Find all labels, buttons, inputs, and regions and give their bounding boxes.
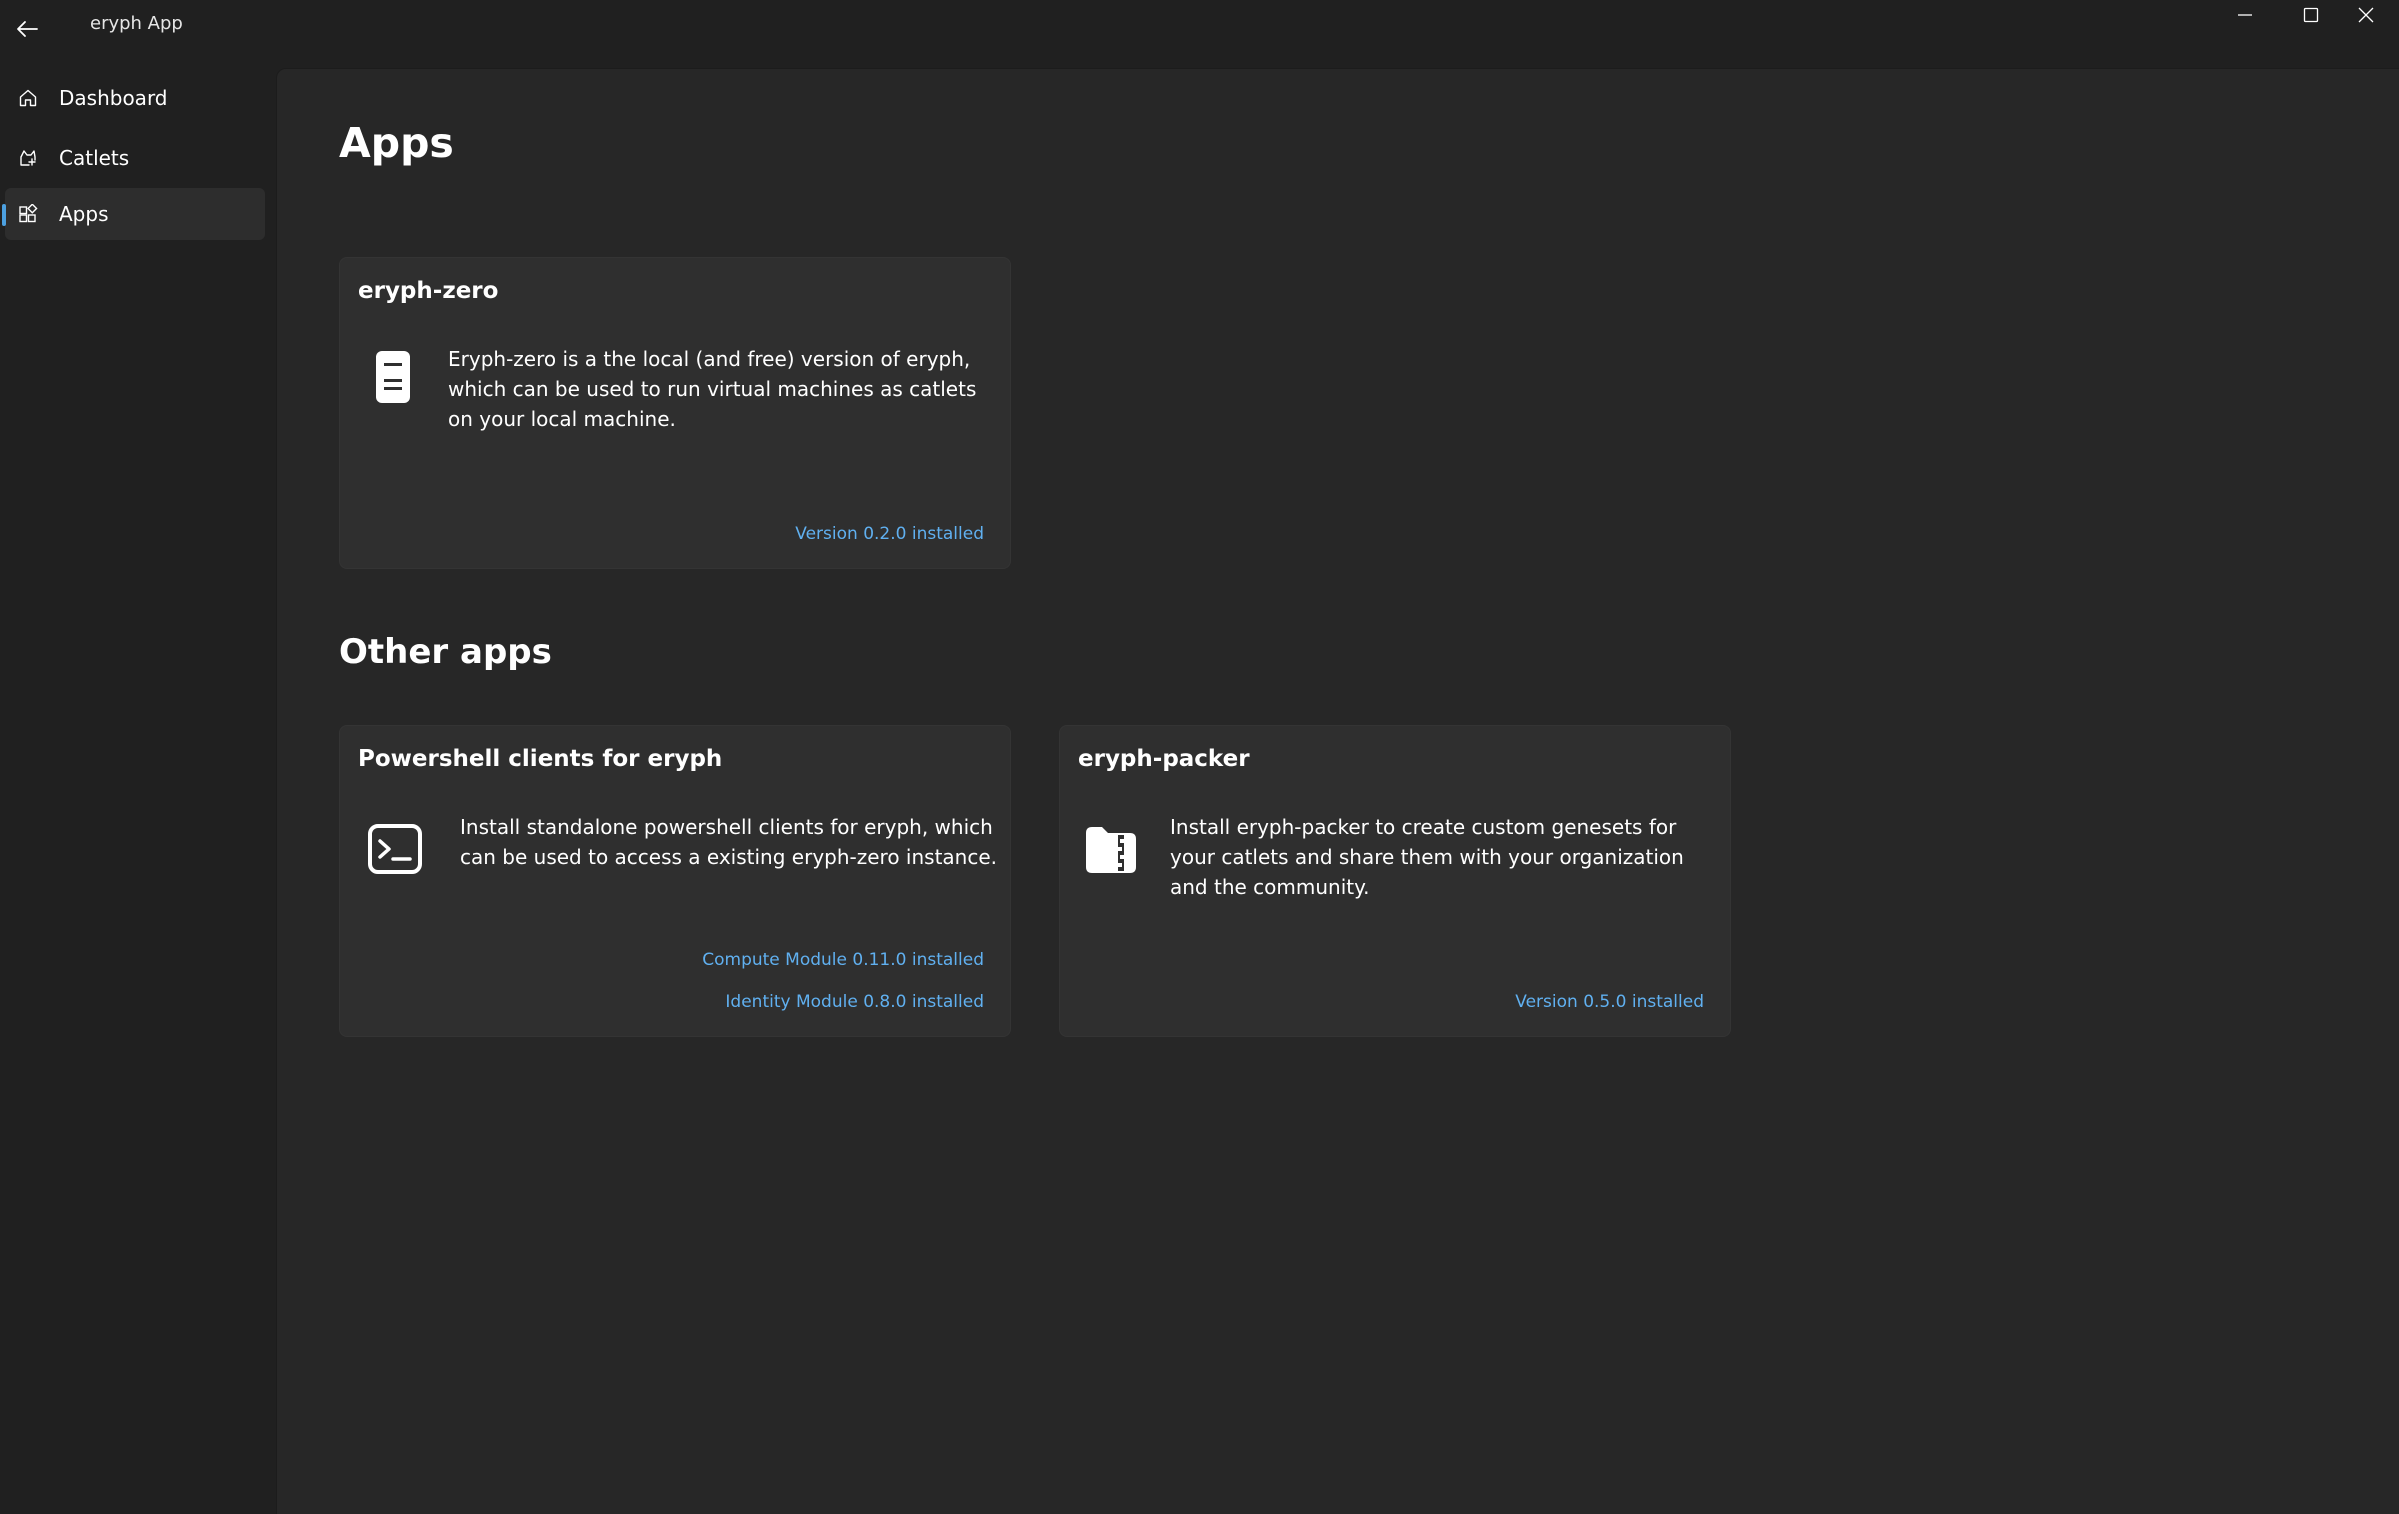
sidebar-item-catlets[interactable]: Catlets [5,132,265,184]
compute-module-status[interactable]: Compute Module 0.11.0 installed [702,950,984,970]
title-bar: eryph App [0,0,2399,68]
sidebar-item-label: Catlets [59,146,130,170]
app-card-powershell-clients[interactable]: Powershell clients for eryph Install sta… [339,725,1011,1037]
sidebar-item-label: Apps [59,202,109,226]
minimize-button[interactable] [2212,0,2278,30]
app-title: eryph App [90,13,183,34]
card-description: Eryph-zero is a the local (and free) ver… [448,347,977,431]
apps-grid-icon [17,203,39,225]
close-icon [2358,7,2374,23]
back-button[interactable] [10,12,44,46]
main-content: Apps eryph-zero Eryph-zero is a the loca… [276,68,2399,1514]
catlet-icon [17,147,39,169]
home-icon [17,87,39,109]
card-description: Install eryph-packer to create custom ge… [1170,815,1684,899]
card-description: Install standalone powershell clients fo… [460,815,998,869]
section-title-other-apps: Other apps [339,632,552,672]
sidebar-item-dashboard[interactable]: Dashboard [5,72,265,124]
version-status[interactable]: Version 0.5.0 installed [1515,992,1704,1012]
sidebar-item-apps[interactable]: Apps [2,188,265,240]
app-card-eryph-packer[interactable]: eryph-packer Install eryph-packer to cre… [1059,725,1731,1037]
terminal-icon [364,818,426,880]
card-title: Powershell clients for eryph [358,746,723,772]
sidebar-item-label: Dashboard [59,86,168,110]
card-title: eryph-packer [1078,746,1250,772]
back-arrow-icon [17,21,38,37]
minimize-icon [2238,14,2252,16]
navigation-sidebar: Dashboard Catlets Apps [0,68,276,1514]
maximize-icon [2303,7,2319,23]
version-status[interactable]: Version 0.2.0 installed [795,524,984,544]
close-button[interactable] [2333,0,2399,30]
card-title: eryph-zero [358,278,499,304]
package-icon [1080,818,1142,880]
app-card-eryph-zero[interactable]: eryph-zero Eryph-zero is a the local (an… [339,257,1011,569]
page-title: Apps [339,119,454,167]
server-icon [362,346,424,408]
selection-indicator [2,204,6,226]
identity-module-status[interactable]: Identity Module 0.8.0 installed [725,992,984,1012]
